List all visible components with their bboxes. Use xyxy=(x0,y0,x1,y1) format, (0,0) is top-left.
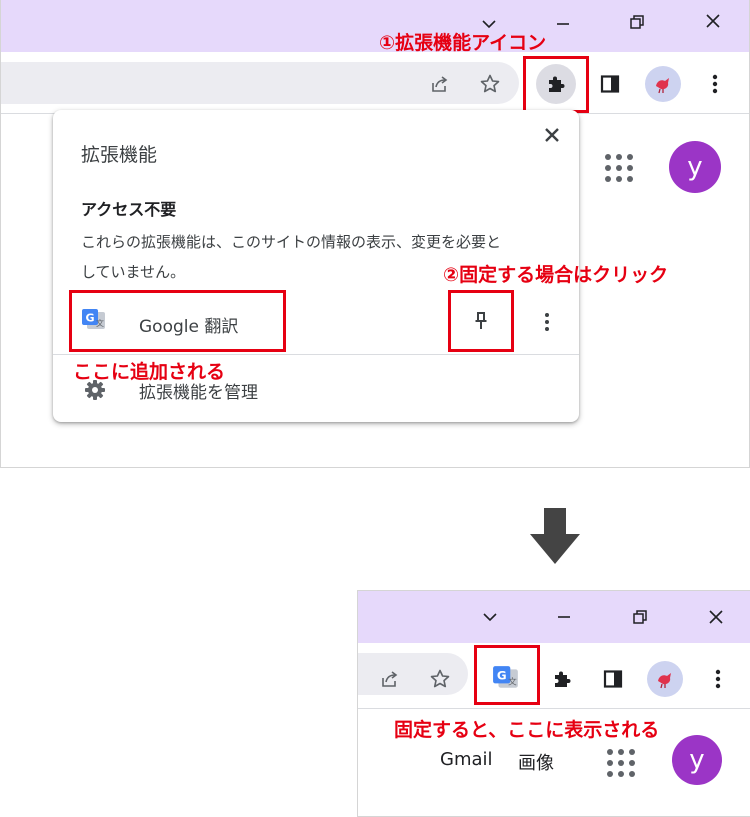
annotation-extension-icon: ①拡張機能アイコン xyxy=(379,32,547,54)
account-avatar[interactable]: y xyxy=(669,141,721,193)
title-bar xyxy=(358,591,750,643)
extensions-puzzle-icon[interactable] xyxy=(544,661,580,697)
close-popup-icon[interactable] xyxy=(541,124,563,146)
popup-divider xyxy=(53,354,579,355)
chrome-menu-icon[interactable] xyxy=(697,66,733,102)
pin-button-highlight xyxy=(448,290,514,352)
share-icon[interactable] xyxy=(372,661,408,697)
pinned-icon-highlight xyxy=(474,645,540,705)
description-line-1: これらの拡張機能は、このサイトの情報の表示、変更を必要と xyxy=(81,233,502,251)
description-line-2: していません。 xyxy=(81,263,186,281)
bottom-browser-screenshot: G文 固定すると、ここに表示される Gmail 画像 y xyxy=(357,590,750,817)
annotation-added-here: ここに追加される xyxy=(73,361,226,383)
extensions-puzzle-icon[interactable] xyxy=(536,64,576,104)
images-link[interactable]: 画像 xyxy=(518,749,554,775)
bookmark-star-icon[interactable] xyxy=(422,661,458,697)
gmail-link[interactable]: Gmail xyxy=(440,749,493,770)
google-apps-icon[interactable] xyxy=(607,749,635,777)
section-heading: アクセス不要 xyxy=(81,200,177,219)
top-browser-screenshot: ①拡張機能アイコン y 拡張機能 アクセス不要 これらの拡張機能は、このサイトの… xyxy=(0,0,750,468)
close-window-icon[interactable] xyxy=(693,3,733,39)
profile-avatar[interactable] xyxy=(647,661,683,697)
close-window-icon[interactable] xyxy=(696,599,736,635)
restore-icon[interactable] xyxy=(620,599,660,635)
share-icon[interactable] xyxy=(422,66,458,102)
annotation-shown-here: 固定すると、ここに表示される xyxy=(394,719,660,741)
minimize-icon[interactable] xyxy=(543,6,583,42)
side-panel-icon[interactable] xyxy=(592,66,628,102)
bookmark-star-icon[interactable] xyxy=(472,66,508,102)
title-bar: ①拡張機能アイコン xyxy=(1,0,749,54)
chrome-menu-icon[interactable] xyxy=(700,661,736,697)
extension-more-icon[interactable] xyxy=(541,310,553,334)
popup-title: 拡張機能 xyxy=(81,144,158,166)
side-panel-icon[interactable] xyxy=(595,661,631,697)
extension-row-highlight xyxy=(69,290,286,352)
annotation-pin: ②固定する場合はクリック xyxy=(443,264,669,286)
minimize-icon[interactable] xyxy=(544,599,584,635)
account-avatar[interactable]: y xyxy=(672,735,722,785)
toolbar-divider xyxy=(358,708,750,709)
profile-avatar[interactable] xyxy=(645,66,681,102)
restore-icon[interactable] xyxy=(617,4,657,40)
google-apps-icon[interactable] xyxy=(605,154,633,182)
tab-search-chevron-icon[interactable] xyxy=(470,599,510,635)
down-arrow-icon xyxy=(530,508,580,564)
